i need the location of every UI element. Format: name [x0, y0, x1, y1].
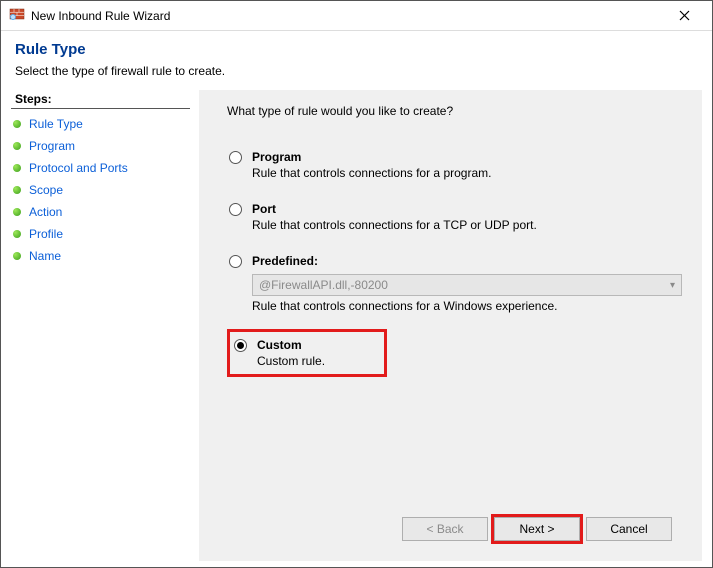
- step-link[interactable]: Program: [29, 139, 75, 153]
- step-link[interactable]: Profile: [29, 227, 63, 241]
- option-label: Custom: [257, 338, 325, 352]
- step-protocol-and-ports[interactable]: Protocol and Ports: [11, 157, 198, 179]
- option-content: Program Rule that controls connections f…: [252, 150, 491, 180]
- main-panel: What type of rule would you like to crea…: [199, 90, 702, 561]
- option-predefined[interactable]: Predefined: @FirewallAPI.dll,-80200 ▾ Ru…: [227, 248, 684, 319]
- step-link[interactable]: Scope: [29, 183, 63, 197]
- page-title: Rule Type: [15, 41, 698, 58]
- wizard-header: Rule Type Select the type of firewall ru…: [1, 31, 712, 90]
- option-port[interactable]: Port Rule that controls connections for …: [227, 196, 684, 238]
- next-button[interactable]: Next >: [494, 517, 580, 541]
- step-rule-type[interactable]: Rule Type: [11, 113, 198, 135]
- steps-column: Steps: Rule Type Program Protocol and Po…: [11, 90, 199, 561]
- predefined-select-value: @FirewallAPI.dll,-80200: [259, 278, 388, 292]
- step-link[interactable]: Protocol and Ports: [29, 161, 128, 175]
- bullet-icon: [13, 164, 21, 172]
- cancel-button[interactable]: Cancel: [586, 517, 672, 541]
- chevron-down-icon: ▾: [670, 280, 675, 291]
- wizard-footer: < Back Next > Cancel: [227, 509, 684, 551]
- predefined-select: @FirewallAPI.dll,-80200 ▾: [252, 274, 682, 296]
- bullet-icon: [13, 186, 21, 194]
- radio-custom[interactable]: [234, 339, 247, 352]
- step-action[interactable]: Action: [11, 201, 198, 223]
- option-label: Port: [252, 202, 537, 216]
- predefined-select-wrap: @FirewallAPI.dll,-80200 ▾: [252, 274, 682, 296]
- step-name[interactable]: Name: [11, 245, 198, 267]
- option-desc: Rule that controls connections for a pro…: [252, 166, 491, 180]
- rule-type-options: Program Rule that controls connections f…: [227, 144, 684, 381]
- option-content: Custom Custom rule.: [257, 338, 325, 368]
- option-content: Predefined: @FirewallAPI.dll,-80200 ▾ Ru…: [252, 254, 682, 313]
- option-program[interactable]: Program Rule that controls connections f…: [227, 144, 684, 186]
- steps-list: Rule Type Program Protocol and Ports Sco…: [11, 109, 198, 271]
- bullet-icon: [13, 230, 21, 238]
- bullet-icon: [13, 120, 21, 128]
- radio-program[interactable]: [229, 151, 242, 164]
- option-desc: Rule that controls connections for a TCP…: [252, 218, 537, 232]
- page-subtitle: Select the type of firewall rule to crea…: [15, 64, 698, 78]
- close-icon: [679, 10, 690, 21]
- step-profile[interactable]: Profile: [11, 223, 198, 245]
- step-link[interactable]: Name: [29, 249, 61, 263]
- steps-heading: Steps:: [11, 90, 190, 109]
- bullet-icon: [13, 252, 21, 260]
- option-label: Program: [252, 150, 491, 164]
- close-button[interactable]: [664, 2, 704, 30]
- radio-port[interactable]: [229, 203, 242, 216]
- option-desc: Rule that controls connections for a Win…: [252, 299, 682, 313]
- firewall-icon: [9, 6, 25, 25]
- back-button: < Back: [402, 517, 488, 541]
- titlebar: New Inbound Rule Wizard: [1, 1, 712, 31]
- wizard-window: New Inbound Rule Wizard Rule Type Select…: [0, 0, 713, 568]
- option-desc: Custom rule.: [257, 354, 325, 368]
- step-link[interactable]: Rule Type: [29, 117, 83, 131]
- wizard-body: Steps: Rule Type Program Protocol and Po…: [1, 90, 712, 567]
- option-content: Port Rule that controls connections for …: [252, 202, 537, 232]
- radio-predefined[interactable]: [229, 255, 242, 268]
- step-link[interactable]: Action: [29, 205, 62, 219]
- option-label: Predefined:: [252, 254, 682, 268]
- option-custom[interactable]: Custom Custom rule.: [227, 329, 387, 377]
- bullet-icon: [13, 142, 21, 150]
- window-title: New Inbound Rule Wizard: [31, 9, 664, 23]
- question-text: What type of rule would you like to crea…: [227, 104, 684, 118]
- step-program[interactable]: Program: [11, 135, 198, 157]
- bullet-icon: [13, 208, 21, 216]
- step-scope[interactable]: Scope: [11, 179, 198, 201]
